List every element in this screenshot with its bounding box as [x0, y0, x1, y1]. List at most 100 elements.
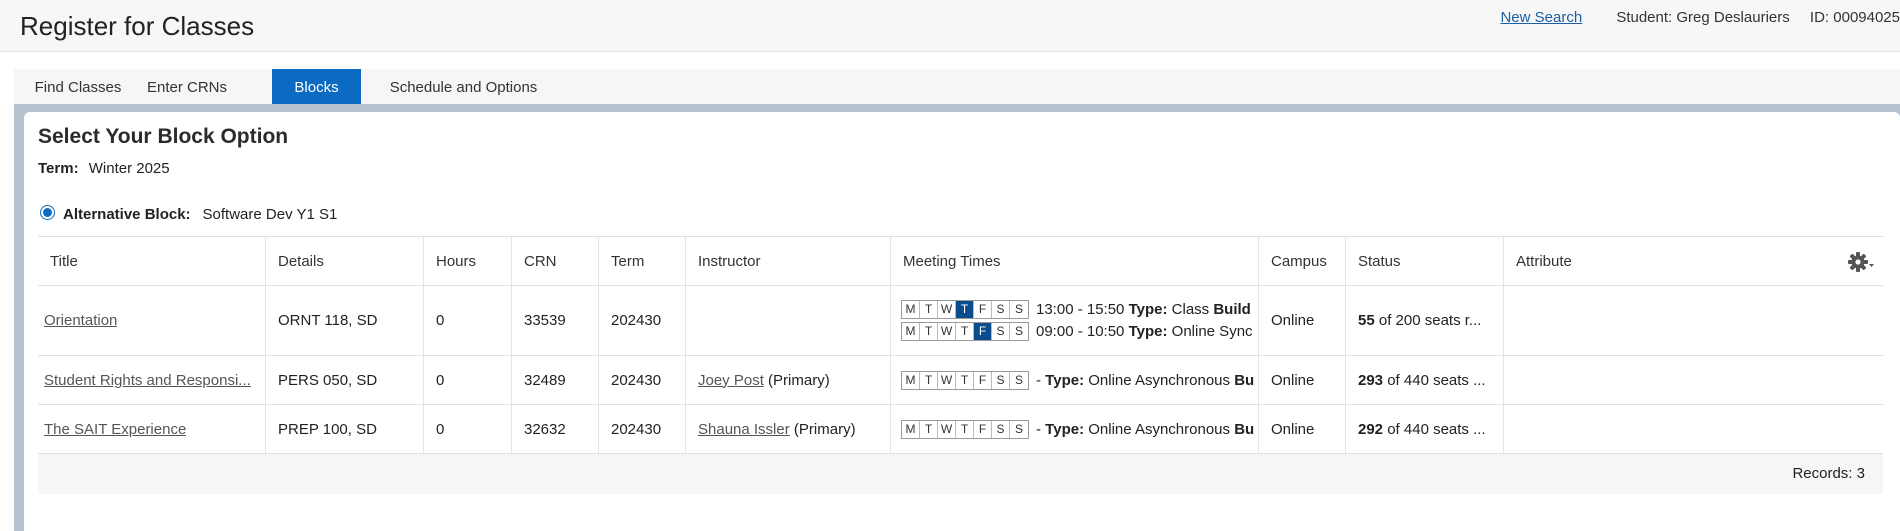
tab-find-classes[interactable]: Find Classes: [14, 69, 142, 104]
day-cell: M: [902, 301, 920, 318]
instructor-role: (Primary): [768, 371, 830, 389]
day-cell: T: [956, 323, 974, 340]
tab-enter-crns[interactable]: Enter CRNs: [142, 69, 232, 104]
course-instructor: Joey Post (Primary): [685, 356, 890, 404]
col-header-hours[interactable]: Hours: [423, 237, 511, 285]
tab-bar: Find Classes Enter CRNs Blocks Schedule …: [14, 69, 1900, 104]
term-line: Term: Winter 2025: [38, 160, 170, 177]
meeting-time: 09:00 - 10:50: [1036, 323, 1125, 340]
day-calendar: MTWTFSS: [901, 370, 1029, 390]
day-calendar: MTWTFSS: [901, 322, 1029, 341]
meeting-line: MTWTFSS - Type: Online Asynchronous Bu: [901, 419, 1254, 439]
course-attribute: [1503, 286, 1883, 355]
day-cell: M: [902, 323, 920, 340]
day-cell: T: [956, 301, 974, 318]
col-header-attribute[interactable]: Attribute: [1503, 237, 1883, 285]
meeting-line: MTWTFSS 09:00 - 10:50 Type: Online Sync: [901, 322, 1253, 341]
table-row: Student Rights and Responsi... PERS 050,…: [38, 356, 1883, 405]
meeting-time: 13:00 - 15:50: [1036, 301, 1125, 318]
meeting-type: Online Sync: [1171, 323, 1253, 340]
day-cell: T: [956, 371, 974, 389]
col-header-status[interactable]: Status: [1345, 237, 1503, 285]
course-crn: 32489: [511, 356, 598, 404]
day-cell: F: [974, 420, 992, 438]
course-title-link[interactable]: Orientation: [44, 312, 117, 329]
day-cell: W: [938, 323, 956, 340]
col-header-term[interactable]: Term: [598, 237, 685, 285]
meeting-type-label: Type:: [1128, 323, 1168, 340]
table-row: The SAIT Experience PREP 100, SD 0 32632…: [38, 405, 1883, 454]
course-title-link[interactable]: The SAIT Experience: [44, 421, 186, 438]
course-crn: 32632: [511, 405, 598, 453]
tab-schedule-options[interactable]: Schedule and Options: [375, 69, 552, 104]
meeting-building: Bu: [1234, 371, 1255, 389]
records-count: Records: 3: [1792, 465, 1865, 482]
day-cell: M: [902, 420, 920, 438]
classes-table: Title Details Hours CRN Term Instructor …: [38, 236, 1883, 454]
meeting-time: -: [1036, 371, 1041, 389]
table-header-row: Title Details Hours CRN Term Instructor …: [38, 236, 1883, 286]
day-cell: T: [956, 420, 974, 438]
block-option: Alternative Block: Software Dev Y1 S1: [40, 205, 338, 223]
day-cell: T: [920, 301, 938, 318]
seats-text: of 440 seats ...: [1387, 420, 1486, 438]
new-search-link[interactable]: New Search: [1500, 9, 1582, 26]
course-instructor: Shauna Issler (Primary): [685, 405, 890, 453]
seats-count: 293: [1358, 371, 1384, 389]
day-cell: S: [1014, 302, 1023, 316]
course-crn: 33539: [511, 286, 598, 355]
day-cell: S: [992, 323, 1010, 340]
course-hours: 0: [423, 286, 511, 355]
day-cell: T: [920, 323, 938, 340]
header-user-info: New Search Student: Greg Deslauriers ID:…: [1500, 9, 1900, 26]
course-status: 292 of 440 seats ...: [1345, 405, 1503, 453]
meeting-type-label: Type:: [1128, 301, 1168, 318]
student-id: ID: 00094025: [1809, 9, 1900, 26]
col-header-campus[interactable]: Campus: [1258, 237, 1345, 285]
col-header-meeting-times[interactable]: Meeting Times: [890, 237, 1258, 285]
term-label: Term:: [38, 160, 79, 177]
page-header: Register for Classes New Search Student:…: [0, 0, 1900, 52]
day-cell: S: [1014, 421, 1023, 436]
day-cell: F: [974, 301, 992, 318]
meeting-type: Online Asynchronous: [1088, 371, 1231, 389]
col-header-title[interactable]: Title: [38, 237, 265, 285]
instructor-link[interactable]: Shauna Issler: [698, 421, 790, 438]
meeting-line: MTWTFSS - Type: Online Asynchronous Bu: [901, 370, 1255, 390]
meeting-type-label: Type:: [1045, 371, 1085, 389]
meeting-type-label: Type:: [1045, 420, 1085, 438]
gear-icon[interactable]: [1847, 251, 1875, 273]
seats-count: 292: [1358, 420, 1384, 438]
seats-text: of 200 seats r...: [1378, 312, 1482, 329]
seats-text: of 440 seats ...: [1387, 371, 1486, 389]
col-header-instructor[interactable]: Instructor: [685, 237, 890, 285]
section-title: Select Your Block Option: [38, 125, 289, 148]
course-title-link[interactable]: Student Rights and Responsi...: [44, 372, 251, 389]
student-name: Student: Greg Deslauriers: [1616, 9, 1790, 26]
tab-blocks[interactable]: Blocks: [272, 69, 361, 104]
day-calendar: MTWTFSS: [901, 419, 1029, 439]
meeting-times: MTWTFSS 13:00 - 15:50 Type: Class Build …: [890, 286, 1258, 355]
course-term: 202430: [598, 286, 685, 355]
block-label: Alternative Block:: [63, 206, 191, 223]
course-campus: Online: [1258, 405, 1345, 453]
course-term: 202430: [598, 356, 685, 404]
day-cell: W: [938, 371, 956, 389]
block-value: Software Dev Y1 S1: [202, 206, 338, 223]
course-details: ORNT 118, SD: [265, 286, 423, 355]
day-cell: S: [992, 420, 1010, 438]
meeting-building: Build: [1213, 301, 1251, 318]
course-instructor: [685, 286, 890, 355]
meeting-type: Class: [1171, 301, 1210, 318]
course-term: 202430: [598, 405, 685, 453]
col-header-details[interactable]: Details: [265, 237, 423, 285]
meeting-time: -: [1036, 420, 1041, 438]
block-radio-button[interactable]: [40, 205, 55, 220]
instructor-link[interactable]: Joey Post: [698, 372, 764, 389]
meeting-times: MTWTFSS - Type: Online Asynchronous Bu: [890, 405, 1258, 453]
col-header-crn[interactable]: CRN: [511, 237, 598, 285]
course-status: 55 of 200 seats r...: [1345, 286, 1503, 355]
meeting-line: MTWTFSS 13:00 - 15:50 Type: Class Build: [901, 300, 1253, 319]
day-cell: S: [992, 301, 1010, 318]
course-campus: Online: [1258, 356, 1345, 404]
